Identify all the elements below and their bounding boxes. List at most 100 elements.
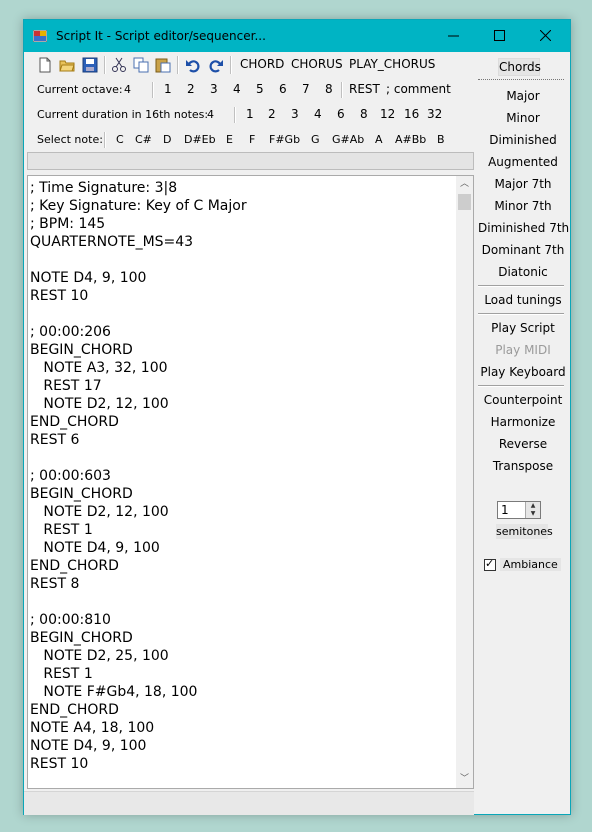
- script-line[interactable]: REST 10: [30, 287, 456, 305]
- script-line[interactable]: NOTE D4, 9, 100: [30, 737, 456, 755]
- script-line[interactable]: ; 00:00:810: [30, 611, 456, 629]
- script-line[interactable]: NOTE A4, 18, 100: [30, 719, 456, 737]
- script-line[interactable]: [30, 305, 456, 323]
- script-line[interactable]: BEGIN_CHORD: [30, 629, 456, 647]
- octave-option[interactable]: 5: [256, 82, 264, 96]
- octave-option[interactable]: 3: [210, 82, 218, 96]
- transpose-stepper[interactable]: 1 ▲ ▼: [497, 501, 541, 519]
- script-text[interactable]: ; Time Signature: 3|8; Key Signature: Ke…: [30, 179, 456, 773]
- note-f[interactable]: F: [249, 133, 255, 146]
- stepper-up-icon[interactable]: ▲: [526, 502, 540, 510]
- chord-button[interactable]: CHORD: [240, 57, 284, 71]
- note-a[interactable]: A: [375, 133, 383, 146]
- play-chorus-button[interactable]: PLAY_CHORUS: [349, 57, 435, 71]
- play-keyboard-button[interactable]: Play Keyboard: [478, 365, 568, 379]
- script-line[interactable]: END_CHORD: [30, 701, 456, 719]
- script-line[interactable]: NOTE D2, 25, 100: [30, 647, 456, 665]
- octave-option[interactable]: 2: [187, 82, 195, 96]
- duration-option[interactable]: 2: [268, 107, 276, 121]
- redo-icon[interactable]: [208, 57, 224, 73]
- script-line[interactable]: REST 1: [30, 665, 456, 683]
- stepper-buttons[interactable]: ▲ ▼: [525, 502, 540, 518]
- script-editor[interactable]: ; Time Signature: 3|8; Key Signature: Ke…: [27, 175, 474, 789]
- load-tunings-button[interactable]: Load tunings: [478, 293, 568, 307]
- script-line[interactable]: END_CHORD: [30, 413, 456, 431]
- script-line[interactable]: ; 00:00:206: [30, 323, 456, 341]
- note-a-sharp[interactable]: A#Bb: [395, 133, 426, 146]
- script-line[interactable]: NOTE D4, 9, 100: [30, 269, 456, 287]
- diminished-7th-button[interactable]: Diminished 7th: [478, 221, 569, 235]
- script-line[interactable]: NOTE D2, 12, 100: [30, 503, 456, 521]
- note-g-sharp[interactable]: G#Ab: [332, 133, 364, 146]
- duration-option[interactable]: 32: [427, 107, 442, 121]
- script-line[interactable]: ; 00:00:603: [30, 467, 456, 485]
- script-line[interactable]: ; Key Signature: Key of C Major: [30, 197, 456, 215]
- script-line[interactable]: BEGIN_CHORD: [30, 485, 456, 503]
- script-line[interactable]: ; BPM: 145: [30, 215, 456, 233]
- octave-option[interactable]: 4: [233, 82, 241, 96]
- major-7th-button[interactable]: Major 7th: [478, 177, 568, 191]
- undo-icon[interactable]: [185, 57, 201, 73]
- script-line[interactable]: NOTE D2, 12, 100: [30, 395, 456, 413]
- paste-icon[interactable]: [155, 57, 171, 73]
- augmented-button[interactable]: Augmented: [478, 155, 568, 169]
- minor-button[interactable]: Minor: [478, 111, 568, 125]
- minor-7th-button[interactable]: Minor 7th: [478, 199, 568, 213]
- duration-option[interactable]: 8: [360, 107, 368, 121]
- cut-icon[interactable]: [111, 57, 127, 73]
- script-line[interactable]: [30, 593, 456, 611]
- octave-option[interactable]: 7: [302, 82, 310, 96]
- script-line[interactable]: END_CHORD: [30, 557, 456, 575]
- script-line[interactable]: ; Time Signature: 3|8: [30, 179, 456, 197]
- script-line[interactable]: QUARTERNOTE_MS=43: [30, 233, 456, 251]
- scroll-down-icon[interactable]: ﹀: [456, 771, 473, 788]
- reverse-button[interactable]: Reverse: [478, 437, 568, 451]
- new-file-icon[interactable]: [37, 57, 53, 73]
- harmonize-button[interactable]: Harmonize: [478, 415, 568, 429]
- duration-option[interactable]: 12: [380, 107, 395, 121]
- play-midi-button[interactable]: Play MIDI: [478, 343, 568, 357]
- rest-button[interactable]: REST: [349, 82, 380, 96]
- duration-option[interactable]: 16: [404, 107, 419, 121]
- note-d[interactable]: D: [163, 133, 171, 146]
- open-folder-icon[interactable]: [59, 57, 75, 73]
- duration-option[interactable]: 4: [314, 107, 322, 121]
- note-g[interactable]: G: [311, 133, 320, 146]
- octave-option[interactable]: 6: [279, 82, 287, 96]
- script-line[interactable]: NOTE A3, 32, 100: [30, 359, 456, 377]
- note-d-sharp[interactable]: D#Eb: [184, 133, 216, 146]
- title-bar[interactable]: Script It - Script editor/sequencer...: [24, 20, 570, 52]
- script-line[interactable]: [30, 449, 456, 467]
- script-line[interactable]: REST 6: [30, 431, 456, 449]
- stepper-down-icon[interactable]: ▼: [526, 510, 540, 518]
- octave-value[interactable]: 4: [124, 83, 131, 96]
- octave-option[interactable]: 1: [164, 82, 172, 96]
- major-button[interactable]: Major: [478, 89, 568, 103]
- note-b[interactable]: B: [437, 133, 445, 146]
- transpose-value[interactable]: 1: [501, 503, 509, 517]
- note-e[interactable]: E: [226, 133, 233, 146]
- transpose-button[interactable]: Transpose: [478, 459, 568, 473]
- diminished-button[interactable]: Diminished: [478, 133, 568, 147]
- octave-option[interactable]: 8: [325, 82, 333, 96]
- duration-option[interactable]: 3: [291, 107, 299, 121]
- comment-button[interactable]: ; comment: [386, 82, 451, 96]
- copy-icon[interactable]: [133, 57, 149, 73]
- dominant-7th-button[interactable]: Dominant 7th: [478, 243, 568, 257]
- duration-option[interactable]: 6: [337, 107, 345, 121]
- chorus-button[interactable]: CHORUS: [291, 57, 343, 71]
- note-f-sharp[interactable]: F#Gb: [269, 133, 300, 146]
- minimize-button[interactable]: [430, 20, 476, 52]
- script-line[interactable]: REST 8: [30, 575, 456, 593]
- script-line[interactable]: NOTE F#Gb4, 18, 100: [30, 683, 456, 701]
- vertical-scrollbar[interactable]: ︿ ﹀: [456, 176, 473, 788]
- play-script-button[interactable]: Play Script: [478, 321, 568, 335]
- diatonic-button[interactable]: Diatonic: [478, 265, 568, 279]
- close-button[interactable]: [522, 20, 568, 52]
- script-line[interactable]: REST 17: [30, 377, 456, 395]
- duration-option[interactable]: 1: [246, 107, 254, 121]
- script-line[interactable]: REST 10: [30, 755, 456, 773]
- maximize-button[interactable]: [476, 20, 522, 52]
- script-line[interactable]: REST 1: [30, 521, 456, 539]
- note-c-sharp[interactable]: C#: [135, 133, 152, 146]
